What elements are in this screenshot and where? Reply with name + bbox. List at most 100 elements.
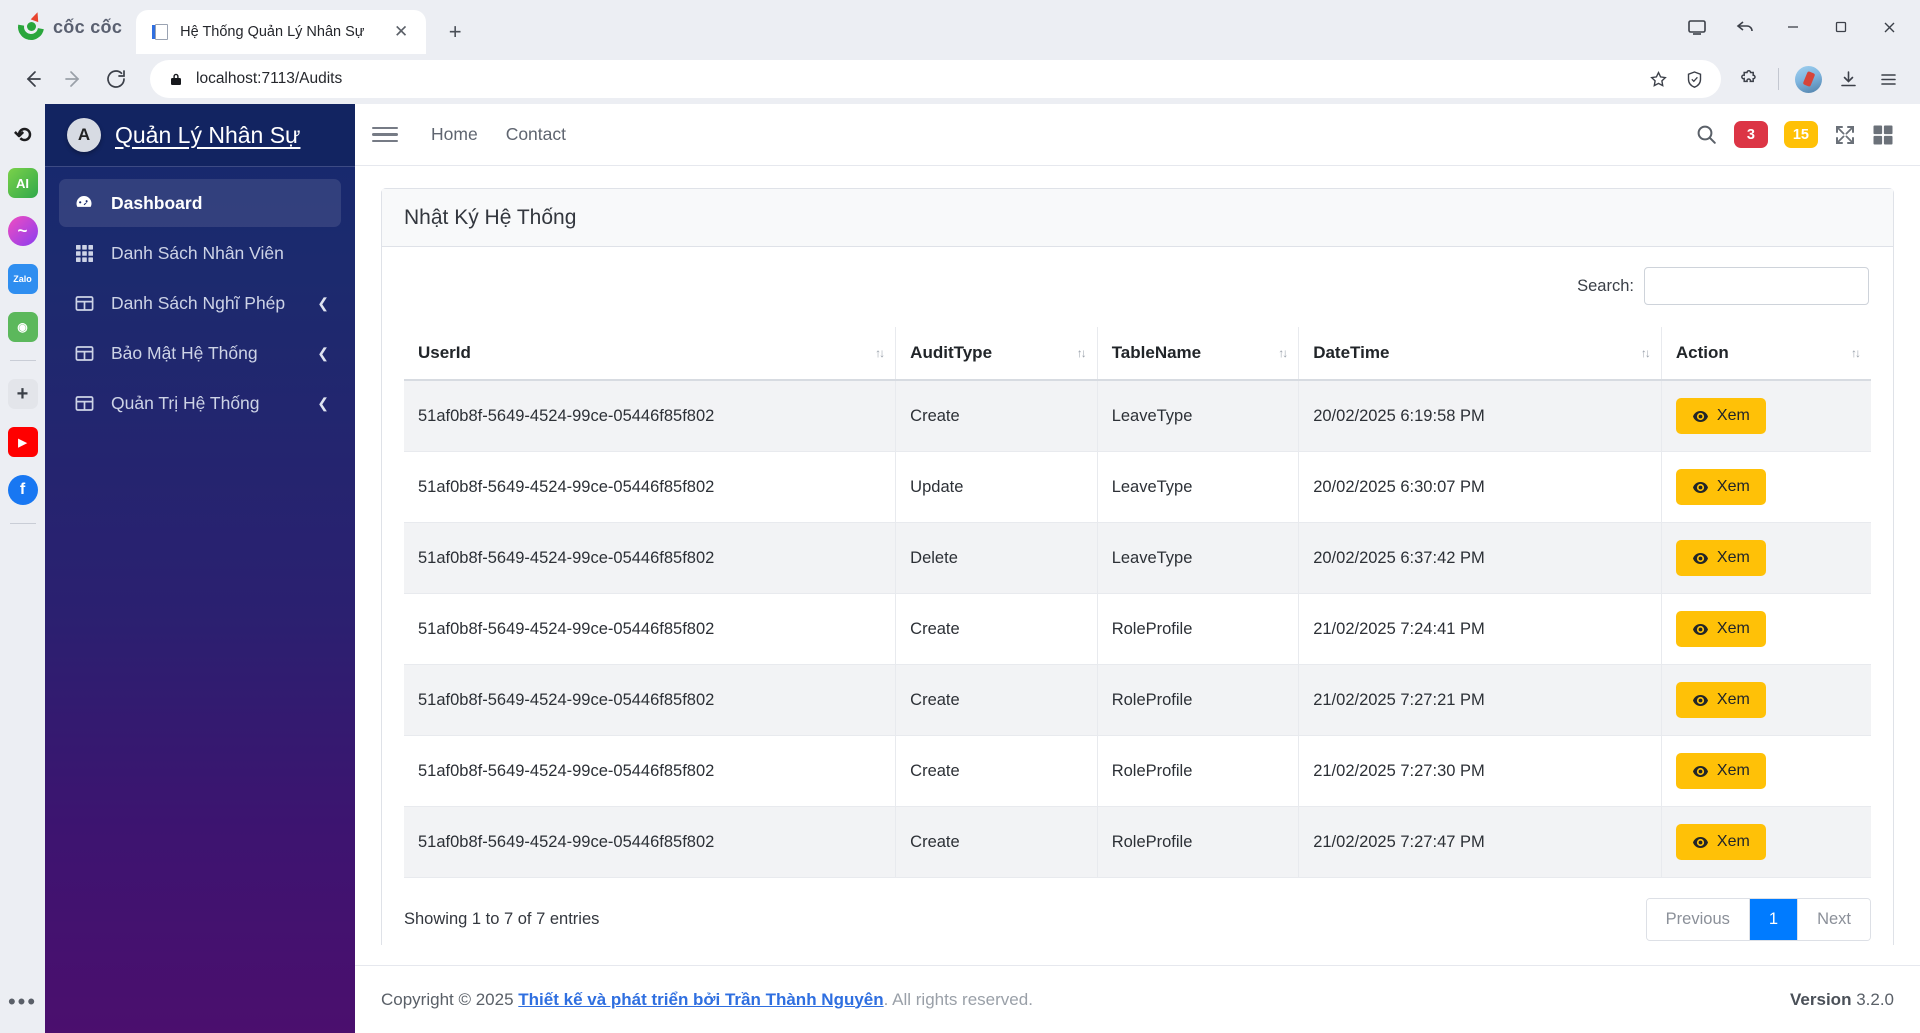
search-label: Search: bbox=[1577, 276, 1634, 295]
table-row: 51af0b8f-5649-4524-99ce-05446f85f802 Crea… bbox=[404, 593, 1871, 665]
download-icon[interactable] bbox=[1830, 61, 1866, 97]
cast-icon[interactable] bbox=[1674, 7, 1720, 47]
cell-audittype: Create bbox=[895, 806, 1098, 878]
sort-icon[interactable]: ↑↓ bbox=[1851, 346, 1861, 360]
sort-icon[interactable]: ↑↓ bbox=[1641, 346, 1651, 360]
shield-icon[interactable] bbox=[1677, 62, 1711, 96]
sidebar-item-label: Bảo Mật Hệ Thống bbox=[111, 342, 258, 363]
minimize-button[interactable] bbox=[1770, 7, 1816, 47]
share-back-icon[interactable] bbox=[1722, 7, 1768, 47]
fullscreen-icon[interactable] bbox=[1834, 124, 1856, 146]
column-header-tablename[interactable]: TableName ↑↓ bbox=[1097, 327, 1300, 381]
view-button[interactable]: Xem bbox=[1675, 682, 1766, 718]
reload-button[interactable] bbox=[98, 61, 134, 97]
chevron-icon[interactable]: ❮ bbox=[317, 295, 329, 312]
view-button-label: Xem bbox=[1716, 549, 1750, 566]
sidebar-toggle-icon[interactable] bbox=[369, 119, 401, 151]
address-bar[interactable]: localhost:7113/Audits bbox=[150, 60, 1721, 98]
star-icon[interactable] bbox=[1641, 62, 1675, 96]
dock-ai-icon[interactable]: AI bbox=[7, 168, 38, 198]
sidebar-item-bao-mat-he-thong[interactable]: Bảo Mật Hệ Thống ❮ bbox=[59, 329, 341, 377]
chevron-icon[interactable]: ❮ bbox=[317, 395, 329, 412]
pagination-page-1[interactable]: 1 bbox=[1749, 899, 1799, 940]
table-icon bbox=[73, 394, 95, 413]
notification-badge-danger[interactable]: 3 bbox=[1733, 121, 1768, 148]
sort-icon[interactable]: ↑↓ bbox=[875, 346, 885, 360]
column-header-audittype[interactable]: AuditType ↑↓ bbox=[895, 327, 1098, 381]
cell-datetime: 20/02/2025 6:19:58 PM bbox=[1298, 380, 1662, 452]
sidebar-item-dashboard[interactable]: Dashboard bbox=[59, 179, 341, 227]
view-button-label: Xem bbox=[1716, 691, 1750, 708]
page-favicon-icon bbox=[152, 23, 170, 41]
app-sidebar: A Quản Lý Nhân Sự Dashboard Danh Sách Nh bbox=[45, 104, 355, 1033]
hamburger-menu-icon[interactable] bbox=[1870, 61, 1906, 97]
cell-action: Xem bbox=[1661, 593, 1871, 665]
view-button[interactable]: Xem bbox=[1675, 824, 1766, 860]
chevron-icon[interactable]: ❮ bbox=[317, 345, 329, 362]
column-label: DateTime bbox=[1313, 343, 1390, 362]
cell-tablename: RoleProfile bbox=[1097, 806, 1300, 878]
speedometer-icon bbox=[73, 193, 95, 213]
maximize-button[interactable] bbox=[1818, 7, 1864, 47]
browser-tab[interactable]: Hệ Thống Quản Lý Nhân Sự ✕ bbox=[136, 10, 427, 54]
search-icon[interactable] bbox=[1695, 123, 1718, 146]
table-row: 51af0b8f-5649-4524-99ce-05446f85f802 Crea… bbox=[404, 380, 1871, 452]
column-header-action[interactable]: Action ↑↓ bbox=[1661, 327, 1871, 381]
app-topnav: Home Contact 3 15 bbox=[355, 104, 1920, 166]
pagination-next[interactable]: Next bbox=[1798, 899, 1870, 940]
notification-badge-warning[interactable]: 15 bbox=[1783, 121, 1818, 148]
dock-messenger-icon[interactable]: ~ bbox=[7, 216, 38, 246]
column-header-userid[interactable]: UserId ↑↓ bbox=[404, 327, 897, 381]
view-button[interactable]: Xem bbox=[1675, 469, 1766, 505]
sidebar-item-quan-tri-he-thong[interactable]: Quản Trị Hệ Thống ❮ bbox=[59, 379, 341, 427]
cell-audittype: Create bbox=[895, 664, 1098, 736]
forward-button[interactable] bbox=[56, 61, 92, 97]
eye-icon bbox=[1692, 763, 1709, 780]
sidebar-brand[interactable]: A Quản Lý Nhân Sự bbox=[45, 104, 355, 166]
table-header-row: UserId ↑↓ AuditType ↑↓ TableName ↑↓ Date… bbox=[404, 327, 1871, 381]
view-button-label: Xem bbox=[1716, 478, 1750, 495]
lock-icon bbox=[168, 71, 184, 87]
dock-games-icon[interactable]: ◉ bbox=[7, 312, 38, 342]
pagination-previous[interactable]: Previous bbox=[1646, 899, 1750, 940]
back-button[interactable] bbox=[14, 61, 50, 97]
cell-action: Xem bbox=[1661, 806, 1871, 878]
table-row: 51af0b8f-5649-4524-99ce-05446f85f802 Dele… bbox=[404, 522, 1871, 594]
page-footer: Copyright © 2025 Thiết kế và phát triển … bbox=[355, 965, 1920, 1033]
avatar-icon[interactable] bbox=[1790, 61, 1826, 97]
developer-link[interactable]: Thiết kế và phát triển bởi Trần Thành Ng… bbox=[518, 990, 883, 1009]
puzzle-icon[interactable] bbox=[1731, 61, 1767, 97]
version-label: Version bbox=[1790, 989, 1852, 1009]
cell-userid: 51af0b8f-5649-4524-99ce-05446f85f802 bbox=[404, 380, 897, 452]
tab-close-icon[interactable]: ✕ bbox=[388, 19, 414, 45]
cell-datetime: 21/02/2025 7:27:47 PM bbox=[1298, 806, 1662, 878]
dock-zalo-icon[interactable]: Zalo bbox=[7, 264, 38, 294]
coccoc-logo-icon bbox=[12, 8, 50, 46]
dock-divider-2 bbox=[9, 523, 36, 524]
eye-icon bbox=[1692, 408, 1709, 425]
close-window-button[interactable] bbox=[1866, 7, 1912, 47]
dock-add-icon[interactable]: + bbox=[7, 379, 38, 409]
view-button[interactable]: Xem bbox=[1675, 611, 1766, 647]
nav-link-home[interactable]: Home bbox=[417, 124, 492, 145]
view-button[interactable]: Xem bbox=[1675, 540, 1766, 576]
dock-youtube-icon[interactable]: ▶ bbox=[7, 427, 38, 457]
sort-icon[interactable]: ↑↓ bbox=[1077, 346, 1087, 360]
dock-more-button[interactable]: ••• bbox=[8, 989, 37, 1015]
dock-history-icon[interactable]: ⟲ bbox=[8, 120, 38, 150]
sidebar-item-danh-sach-nghi-phep[interactable]: Danh Sách Nghĩ Phép ❮ bbox=[59, 279, 341, 327]
view-button[interactable]: Xem bbox=[1675, 753, 1766, 789]
sort-icon[interactable]: ↑↓ bbox=[1278, 346, 1288, 360]
sidebar-item-danh-sach-nhan-vien[interactable]: Danh Sách Nhân Viên bbox=[59, 229, 341, 277]
column-header-datetime[interactable]: DateTime ↑↓ bbox=[1298, 327, 1662, 381]
table-head: UserId ↑↓ AuditType ↑↓ TableName ↑↓ Date… bbox=[404, 327, 1871, 381]
apps-grid-icon[interactable] bbox=[1872, 124, 1894, 146]
view-button[interactable]: Xem bbox=[1675, 398, 1766, 434]
nav-link-contact[interactable]: Contact bbox=[492, 124, 580, 145]
cell-tablename: LeaveType bbox=[1097, 451, 1300, 523]
new-tab-button[interactable]: + bbox=[438, 15, 472, 49]
table-row: 51af0b8f-5649-4524-99ce-05446f85f802 Crea… bbox=[404, 735, 1871, 807]
cell-userid: 51af0b8f-5649-4524-99ce-05446f85f802 bbox=[404, 522, 897, 594]
search-input[interactable] bbox=[1644, 267, 1869, 305]
dock-facebook-icon[interactable]: f bbox=[7, 475, 38, 505]
